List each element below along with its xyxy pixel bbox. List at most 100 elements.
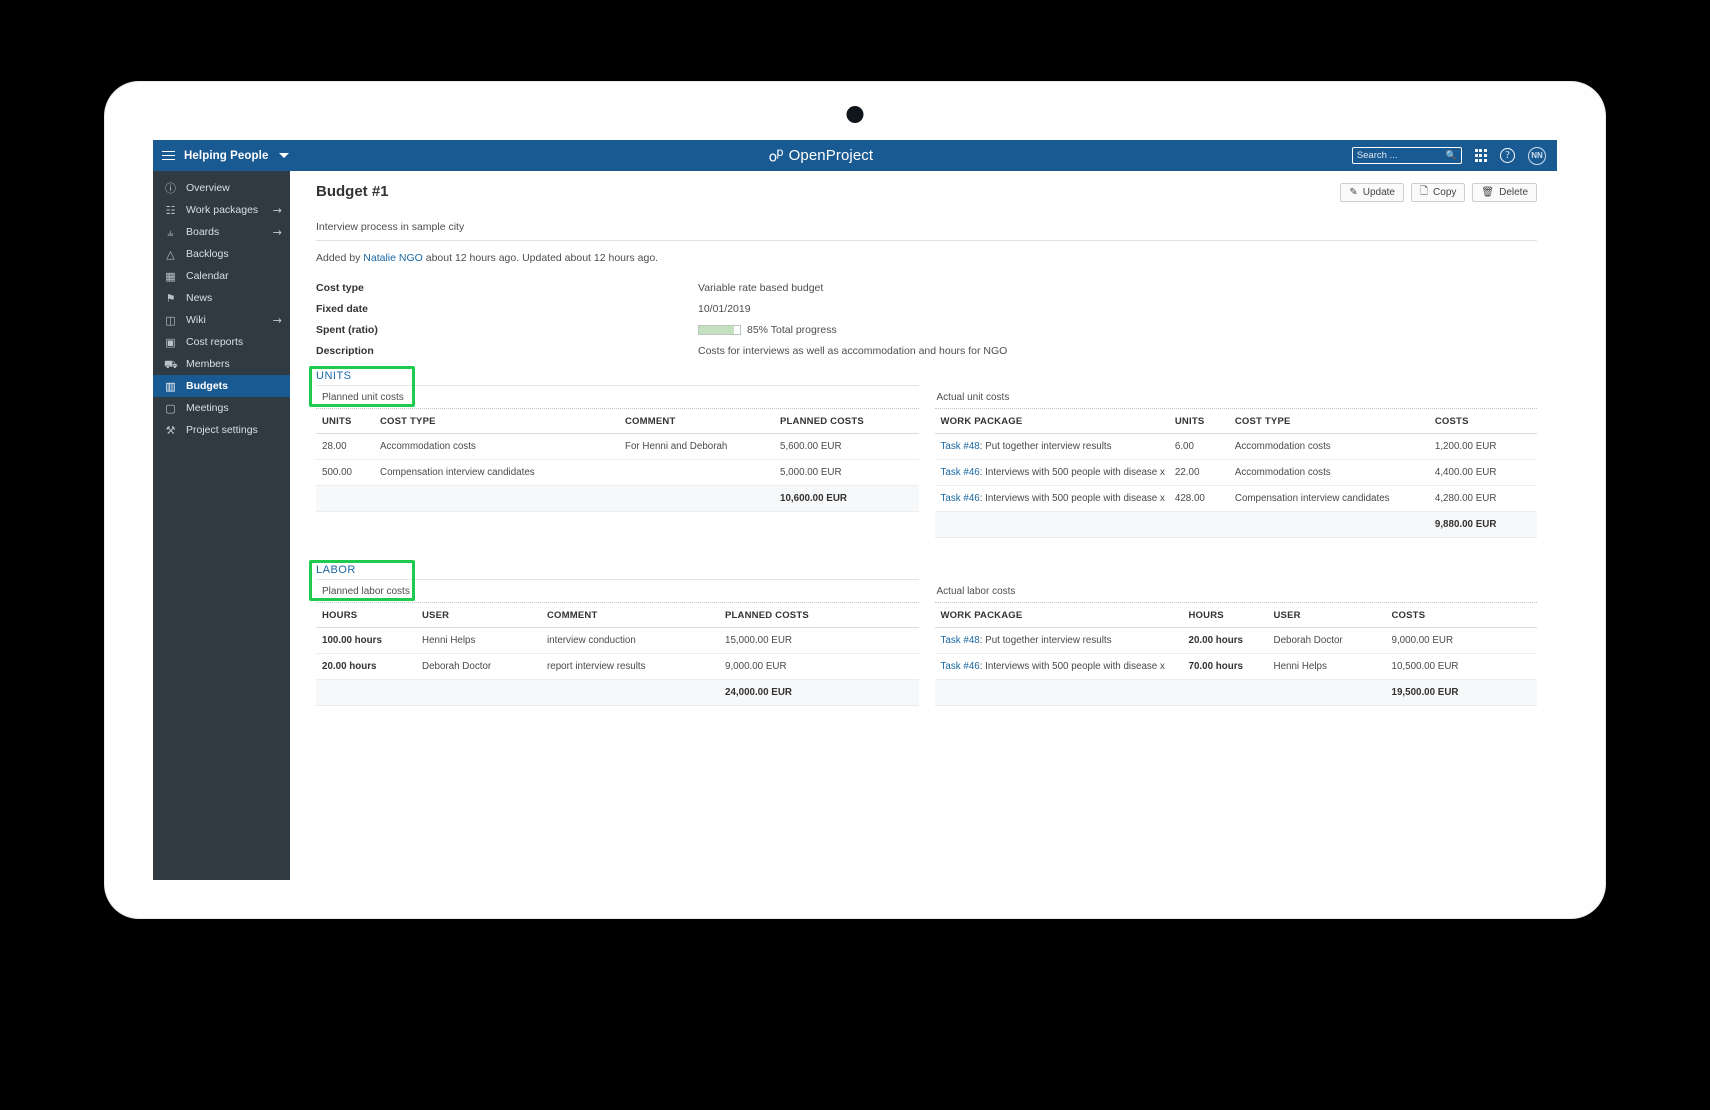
units-section-title: UNITS	[316, 368, 919, 385]
sidebar-item-news[interactable]: ⚑ News	[153, 287, 290, 309]
delete-button[interactable]: 🗑 Delete	[1472, 183, 1537, 202]
cell-units[interactable]: 428.00	[1169, 486, 1229, 512]
top-navigation-bar: Helping People op OpenProject 🔍 ? NN	[153, 140, 1557, 171]
work-package-text: : Put together interview results	[980, 441, 1112, 452]
arrow-right-icon[interactable]: →	[273, 226, 282, 239]
cell-work-package[interactable]: Task #46: Interviews with 500 people wit…	[935, 460, 1169, 486]
cell-units: 28.00	[316, 434, 374, 460]
search-input[interactable]	[1357, 150, 1442, 161]
cell-empty	[1183, 680, 1268, 706]
units-columns: UNITS Planned unit costs UNITS COST TYPE…	[316, 368, 1537, 538]
col-work-package: WORK PACKAGE	[935, 409, 1169, 434]
work-package-link[interactable]: Task #46	[941, 467, 980, 478]
table-row: 500.00 Compensation interview candidates…	[316, 460, 919, 486]
sidebar-item-members[interactable]: ⛟ Members	[153, 353, 290, 375]
work-package-link[interactable]: Task #46	[941, 493, 980, 504]
sidebar-item-meetings[interactable]: ▢ Meetings	[153, 397, 290, 419]
cell-work-package[interactable]: Task #48: Put together interview results	[935, 628, 1183, 654]
wiki-book-icon: ◫	[164, 315, 177, 326]
chevron-down-icon[interactable]	[279, 153, 289, 158]
table-row: Task #46: Interviews with 500 people wit…	[935, 654, 1538, 680]
attribute-value: 10/01/2019	[698, 303, 751, 315]
sidebar-item-budgets[interactable]: ▥ Budgets	[153, 375, 290, 397]
work-package-text: : Put together interview results	[980, 635, 1112, 646]
search-icon[interactable]: 🔍	[1446, 151, 1457, 160]
app-logo[interactable]: op OpenProject	[290, 145, 1352, 166]
copy-icon: 🗋	[1420, 184, 1428, 201]
attribute-row-fixed-date: Fixed date 10/01/2019	[316, 303, 1537, 324]
sidebar-item-cost-reports[interactable]: ▣ Cost reports	[153, 331, 290, 353]
sidebar-item-label: Members	[186, 358, 282, 370]
attribute-row-cost-type: Cost type Variable rate based budget	[316, 282, 1537, 303]
table-header-row: WORK PACKAGE HOURS USER COSTS	[935, 603, 1538, 628]
table-total-row: 10,600.00 EUR	[316, 486, 919, 512]
planned-unit-total: 10,600.00 EUR	[774, 486, 919, 512]
arrow-right-icon[interactable]: →	[273, 314, 282, 327]
delete-button-label: Delete	[1499, 187, 1528, 198]
calendar-icon: ▦	[164, 271, 177, 282]
sidebar-item-work-packages[interactable]: ☷ Work packages →	[153, 199, 290, 221]
budget-subject: Interview process in sample city	[316, 221, 1537, 233]
actual-labor-costs-table: WORK PACKAGE HOURS USER COSTS Task #48: …	[935, 603, 1538, 706]
cell-hours: 20.00 hours	[316, 654, 416, 680]
global-search[interactable]: 🔍	[1352, 147, 1462, 164]
help-icon[interactable]: ?	[1500, 148, 1515, 163]
topbar-actions: 🔍 ? NN	[1352, 147, 1557, 165]
sidebar-item-backlogs[interactable]: △ Backlogs	[153, 243, 290, 265]
cell-work-package[interactable]: Task #46: Interviews with 500 people wit…	[935, 654, 1183, 680]
app-logo-text: OpenProject	[789, 147, 873, 164]
sidebar-item-calendar[interactable]: ▦ Calendar	[153, 265, 290, 287]
update-button[interactable]: ✎ Update	[1340, 183, 1404, 202]
cell-hours[interactable]: 70.00 hours	[1183, 654, 1268, 680]
action-buttons: ✎ Update 🗋 Copy 🗑 Delete	[1340, 183, 1537, 202]
sidebar-item-label: Budgets	[186, 380, 282, 392]
planned-unit-costs-table: UNITS COST TYPE COMMENT PLANNED COSTS 28…	[316, 409, 919, 512]
cell-work-package[interactable]: Task #46: Interviews with 500 people wit…	[935, 486, 1169, 512]
planned-labor-total: 24,000.00 EUR	[719, 680, 919, 706]
sidebar-item-wiki[interactable]: ◫ Wiki →	[153, 309, 290, 331]
avatar[interactable]: NN	[1528, 147, 1546, 165]
settings-wrench-icon: ⚒	[164, 425, 177, 436]
actual-unit-costs-caption: Actual unit costs	[935, 386, 1538, 408]
work-package-link[interactable]: Task #48	[941, 441, 980, 452]
actual-unit-costs-col: Actual unit costs WORK PACKAGE UNITS COS…	[935, 368, 1538, 538]
attribute-label: Fixed date	[316, 303, 698, 315]
hamburger-menu-icon[interactable]	[162, 151, 175, 161]
cell-units[interactable]: 6.00	[1169, 434, 1229, 460]
col-comment: COMMENT	[541, 603, 719, 628]
divider	[316, 240, 1537, 241]
col-user: USER	[416, 603, 541, 628]
work-package-link[interactable]: Task #48	[941, 635, 980, 646]
sidebar-item-project-settings[interactable]: ⚒ Project settings	[153, 419, 290, 441]
cell-hours[interactable]: 20.00 hours	[1183, 628, 1268, 654]
actual-unit-costs-table: WORK PACKAGE UNITS COST TYPE COSTS Task …	[935, 409, 1538, 538]
page-title: Budget #1	[316, 183, 389, 200]
modules-grid-icon[interactable]	[1475, 149, 1487, 161]
copy-button[interactable]: 🗋 Copy	[1411, 183, 1465, 202]
cell-user: Deborah Doctor	[416, 654, 541, 680]
cell-empty	[374, 486, 619, 512]
sidebar-item-label: Overview	[186, 182, 282, 194]
table-total-row: 9,880.00 EUR	[935, 512, 1538, 538]
cell-work-package[interactable]: Task #48: Put together interview results	[935, 434, 1169, 460]
sidebar-item-overview[interactable]: ⓘ Overview	[153, 177, 290, 199]
page-toolbar: Budget #1 ✎ Update 🗋 Copy 🗑 Delete	[316, 183, 1537, 207]
units-section: UNITS Planned unit costs UNITS COST TYPE…	[316, 368, 1537, 538]
arrow-right-icon[interactable]: →	[273, 204, 282, 217]
author-link[interactable]: Natalie NGO	[363, 252, 423, 264]
budgets-icon: ▥	[164, 381, 177, 392]
cell-comment	[619, 460, 774, 486]
attribute-value: Costs for interviews as well as accommod…	[698, 345, 1007, 357]
cell-units[interactable]: 22.00	[1169, 460, 1229, 486]
project-name-label[interactable]: Helping People	[184, 150, 268, 162]
cell-empty	[316, 486, 374, 512]
col-cost-type: COST TYPE	[1229, 409, 1429, 434]
cell-empty	[1169, 512, 1229, 538]
boards-icon: ⫨	[164, 227, 177, 238]
table-row: 100.00 hours Henni Helps interview condu…	[316, 628, 919, 654]
sidebar-item-boards[interactable]: ⫨ Boards →	[153, 221, 290, 243]
cell-empty	[541, 680, 719, 706]
planned-unit-costs-caption: Planned unit costs	[316, 386, 919, 408]
work-package-link[interactable]: Task #46	[941, 661, 980, 672]
cell-cost-type: Compensation interview candidates	[374, 460, 619, 486]
